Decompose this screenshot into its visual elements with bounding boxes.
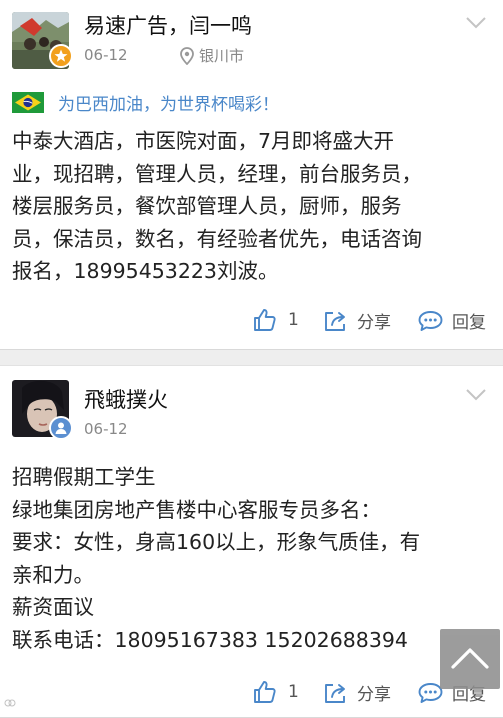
body-line: 薪资面议 (12, 595, 94, 619)
chevron-down-icon[interactable] (465, 388, 487, 402)
author-name[interactable]: 飛蛾撲火 (84, 384, 168, 414)
location-label: 银川市 (199, 47, 245, 65)
post-date: 06-12 (84, 46, 128, 64)
location-pin-icon (180, 46, 194, 65)
post-card: 飛蛾撲火 06-12 招聘假期工学生 绿地集团房地产售楼中心客服专员多名： 要求… (0, 365, 503, 718)
like-button[interactable]: 1 (253, 680, 299, 704)
scroll-to-top-button[interactable] (440, 629, 500, 689)
body-line: 中泰大酒店，市医院对面，7月即将盛大开 (12, 129, 395, 153)
author-name[interactable]: 易速广告，闫一鸣 (84, 10, 252, 40)
share-label: 分享 (357, 313, 391, 333)
thumbs-up-icon (254, 681, 276, 703)
post-body: 招聘假期工学生 绿地集团房地产售楼中心客服专员多名： 要求：女性，身高160以上… (12, 461, 496, 656)
post-card: 易速广告，闫一鸣 06-12 银川市 为巴西加油，为世界杯喝彩！ 中泰大酒店，市… (0, 0, 503, 350)
brazil-flag-icon (12, 92, 44, 113)
like-button[interactable]: 1 (253, 308, 299, 332)
like-count: 1 (288, 682, 299, 702)
post-body: 中泰大酒店，市医院对面，7月即将盛大开 业，现招聘，管理人员，经理，前台服务员，… (12, 125, 496, 288)
watermark (4, 698, 16, 708)
user-badge-icon (49, 416, 73, 440)
body-line: 联系电话：18095167383 15202688394 (12, 627, 408, 652)
body-line: 报名，18995453223刘波。 (12, 259, 279, 283)
post-date: 06-12 (84, 420, 128, 438)
share-icon (325, 311, 345, 331)
thumbs-up-icon (254, 309, 276, 331)
share-button[interactable]: 分享 (323, 308, 391, 333)
share-label: 分享 (357, 685, 391, 705)
vip-badge-icon (49, 44, 73, 68)
action-bar: 1 分享 回复 (0, 676, 503, 716)
like-count: 1 (288, 310, 299, 330)
body-line: 亲和力。 (12, 562, 94, 587)
body-line: 员，保洁员，数名，有经验者优先，电话咨询 (12, 226, 422, 251)
body-line: 绿地集团房地产售楼中心客服专员多名： (12, 497, 381, 522)
action-bar: 1 分享 回复 (0, 302, 503, 342)
arrow-up-icon (451, 648, 489, 669)
comment-icon (418, 310, 443, 331)
body-line: 要求：女性，身高160以上，形象气质佳，有 (12, 530, 421, 554)
body-line: 楼层服务员，餐饮部管理人员，厨师，服务 (12, 194, 402, 218)
chevron-down-icon[interactable] (465, 16, 487, 30)
logo-icon (4, 699, 16, 707)
share-icon (325, 683, 345, 703)
reply-label: 回复 (452, 313, 486, 333)
body-line: 业，现招聘，管理人员，经理，前台服务员， (12, 161, 422, 186)
topic-text: 为巴西加油，为世界杯喝彩！ (58, 95, 279, 115)
body-line: 招聘假期工学生 (12, 465, 156, 489)
post-location[interactable]: 银川市 (180, 45, 244, 66)
topic-link[interactable]: 为巴西加油，为世界杯喝彩！ (12, 90, 279, 115)
reply-button[interactable]: 回复 (417, 308, 486, 333)
share-button[interactable]: 分享 (323, 680, 391, 705)
